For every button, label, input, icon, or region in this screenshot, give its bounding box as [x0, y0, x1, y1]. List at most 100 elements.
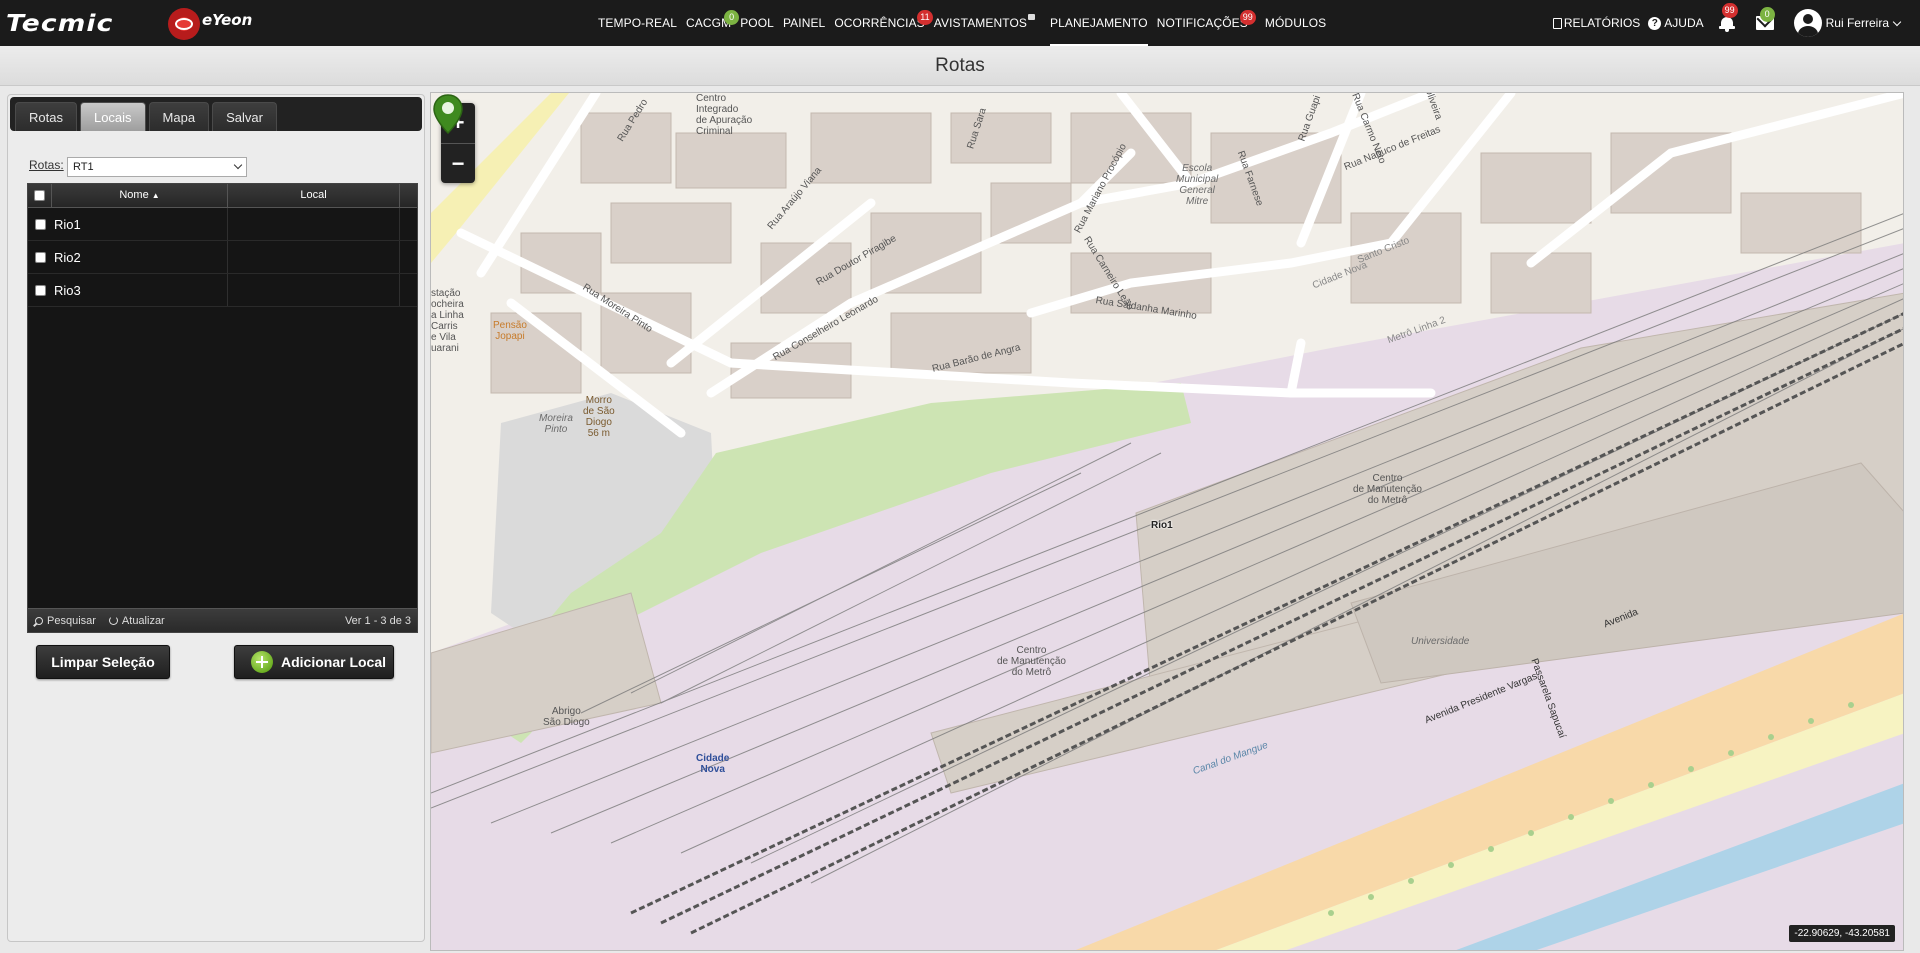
nav-badge: 99 — [1239, 10, 1256, 25]
notifications-button[interactable]: 99 — [1712, 3, 1742, 34]
map-label-moreira-pinto: Moreira Pinto — [539, 413, 573, 435]
tab-mapa[interactable]: Mapa — [148, 102, 210, 131]
locations-grid: Nome▲ Local Rio1 Rio2 Rio3 Pesquisar At — [27, 183, 418, 633]
nav-painel[interactable]: PAINEL — [783, 0, 825, 46]
nav-planejamento[interactable]: PLANEJAMENTO — [1050, 0, 1148, 46]
tab-rotas[interactable]: Rotas — [15, 102, 77, 131]
messages-badge: 0 — [1759, 7, 1775, 22]
avatar — [1793, 9, 1822, 37]
right-nav: RELATÓRIOS ? AJUDA 99 0 Rui Ferreira — [1552, 0, 1920, 46]
nav-label: AVISTAMENTOS — [933, 16, 1028, 30]
column-header-local[interactable]: Local — [228, 184, 400, 207]
tab-salvar[interactable]: Salvar — [212, 102, 277, 131]
route-select-value: RT1 — [73, 161, 94, 173]
row-name: Rio3 — [52, 274, 228, 306]
eye-icon — [168, 8, 200, 40]
document-icon — [1552, 17, 1562, 29]
eyeon-logo[interactable]: eYeon — [168, 8, 252, 40]
zoom-out-button[interactable]: − — [441, 143, 475, 183]
grid-footer: Pesquisar Atualizar Ver 1 - 3 de 3 — [28, 608, 417, 632]
nav-label: POOL — [740, 16, 774, 30]
nav-cacgm[interactable]: CACGM 0 — [686, 0, 740, 46]
map-label-centro-manutencao-2: Centro de Manutenção do Metrô — [997, 645, 1066, 678]
page-title: Rotas — [935, 55, 985, 76]
map-label-centro-integrado: Centro Integrado de Apuração Criminal — [696, 93, 753, 137]
location-pin-icon[interactable] — [431, 93, 465, 137]
nav-label: PAINEL — [782, 16, 826, 30]
nav-tempo-real[interactable]: TEMPO-REAL — [598, 0, 677, 46]
add-location-label: Adicionar Local — [281, 654, 387, 670]
record-count: Ver 1 - 3 de 3 — [344, 614, 411, 627]
user-menu[interactable]: Rui Ferreira — [1788, 9, 1902, 37]
add-icon — [251, 651, 273, 673]
page-title-bar: Rotas — [0, 46, 1920, 86]
route-select-label: Rotas: — [29, 158, 64, 172]
chevron-down-icon — [233, 160, 243, 170]
marker-label: Rio1 — [1151, 520, 1173, 531]
nav-label: OCORRÊNCIAS — [834, 16, 925, 30]
tab-bar: Rotas Locais Mapa Salvar — [10, 97, 422, 131]
row-checkbox[interactable] — [34, 284, 46, 296]
map-label-estacao: stação ocheira a Linha Carris e Vila uar… — [431, 288, 464, 354]
map-label-universidade: Universidade — [1411, 636, 1470, 647]
map-view[interactable]: Centro Integrado de Apuração Criminal Ru… — [430, 92, 1904, 951]
left-panel: Rotas Locais Mapa Salvar Rotas: RT1 Nome… — [7, 94, 425, 942]
messages-button[interactable]: 0 — [1750, 7, 1780, 30]
select-all-cell — [28, 184, 52, 207]
select-all-checkbox[interactable] — [34, 190, 45, 201]
sort-icon: ▲ — [151, 191, 160, 200]
search-icon — [35, 616, 43, 625]
row-local — [228, 274, 400, 306]
row-check-cell — [28, 208, 52, 240]
nav-label: TEMPO-REAL — [598, 16, 678, 30]
route-select[interactable]: RT1 — [67, 157, 247, 177]
clear-selection-button[interactable]: Limpar Seleção — [36, 645, 170, 679]
help-label: AJUDA — [1664, 16, 1704, 30]
column-name-label: Nome — [119, 189, 149, 201]
row-checkbox[interactable] — [34, 218, 46, 230]
table-row[interactable]: Rio3 — [28, 274, 417, 307]
notifications-badge: 99 — [1721, 3, 1738, 18]
row-check-cell — [28, 274, 52, 306]
column-header-name[interactable]: Nome ▲ — [52, 184, 228, 207]
nav-notificacoes[interactable]: NOTIFICAÇÕES 99 — [1156, 0, 1256, 46]
row-checkbox[interactable] — [34, 251, 46, 263]
coordinates-readout: -22.90629, -43.20581 — [1789, 925, 1895, 942]
map-label-abrigo: Abrigo São Diogo — [543, 706, 590, 728]
add-location-button[interactable]: Adicionar Local — [234, 645, 394, 679]
tab-locais[interactable]: Locais — [79, 102, 146, 131]
main-nav: TEMPO-REAL CACGM 0 POOL PAINEL OCORRÊNCIA… — [598, 0, 1335, 46]
reports-link[interactable]: RELATÓRIOS — [1552, 16, 1640, 30]
search-label: Pesquisar — [47, 614, 96, 627]
nav-pool[interactable]: POOL — [740, 0, 774, 46]
top-navbar: Tecmic eYeon TEMPO-REAL CACGM 0 POOL PAIN… — [0, 0, 1920, 46]
nav-label: PLANEJAMENTO — [1050, 16, 1148, 30]
tecmic-logo[interactable]: Tecmic — [6, 11, 113, 37]
map-label-pensao: Pensão Jopapi — [493, 320, 527, 342]
nav-label: MÓDULOS — [1264, 16, 1327, 30]
row-name: Rio2 — [52, 241, 228, 273]
map-label-cidade-nova-station: Cidade Nova — [696, 753, 730, 775]
eyeon-logo-text: eYeon — [202, 11, 253, 29]
table-row[interactable]: Rio2 — [28, 241, 417, 274]
row-local — [228, 208, 400, 240]
map-label-escola: Escola Municipal General Mitre — [1176, 163, 1219, 207]
row-local — [228, 241, 400, 273]
nav-avistamentos[interactable]: AVISTAMENTOS — [933, 0, 1036, 46]
help-link[interactable]: ? AJUDA — [1648, 16, 1704, 30]
map-label-centro-manutencao-1: Centro de Manutenção do Metrô — [1353, 473, 1422, 506]
user-name: Rui Ferreira — [1825, 16, 1889, 30]
nav-badge: 0 — [724, 10, 740, 25]
table-row[interactable]: Rio1 — [28, 208, 417, 241]
map-label-morro: Morro de São Diogo 56 m — [583, 395, 615, 439]
nav-modulos[interactable]: MÓDULOS — [1265, 0, 1326, 46]
refresh-button[interactable]: Atualizar — [108, 615, 165, 627]
row-check-cell — [28, 241, 52, 273]
question-icon: ? — [1648, 16, 1662, 30]
search-button[interactable]: Pesquisar — [35, 615, 96, 627]
refresh-icon — [108, 616, 118, 625]
nav-badge: 11 — [917, 10, 933, 25]
nav-ocorrencias[interactable]: OCORRÊNCIAS 11 — [834, 0, 933, 46]
nav-label: NOTIFICAÇÕES — [1156, 16, 1248, 30]
grid-header: Nome ▲ Local — [28, 184, 417, 208]
